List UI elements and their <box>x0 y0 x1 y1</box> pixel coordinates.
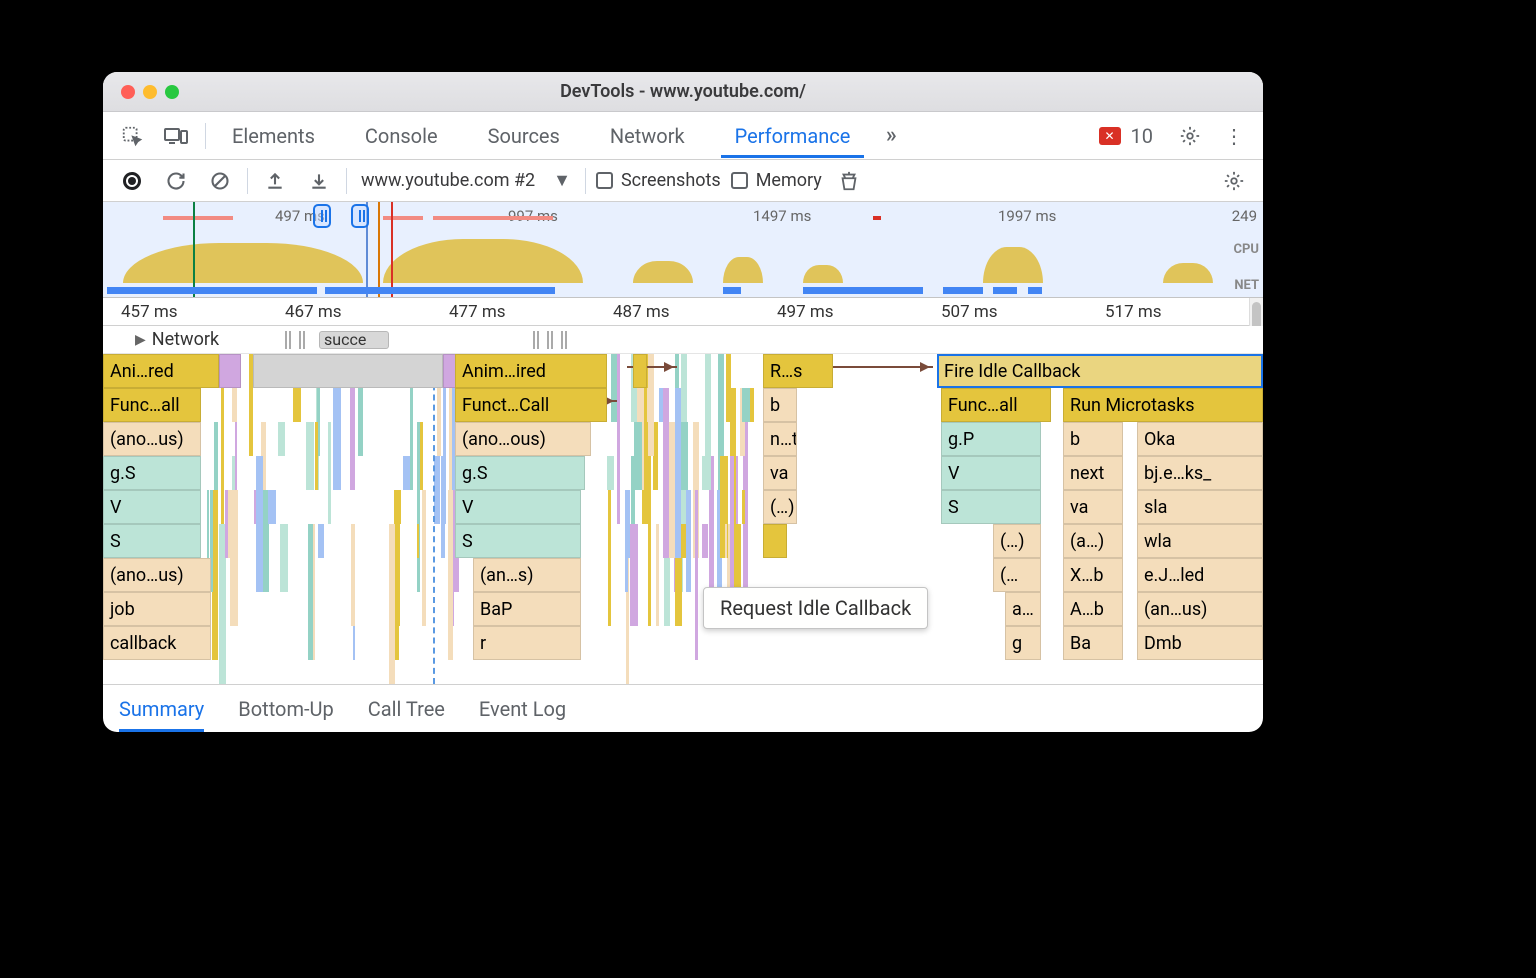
flame-frame[interactable]: Run Microtasks <box>1063 388 1263 422</box>
chevron-right-icon: ▶ <box>135 332 146 348</box>
upload-icon[interactable] <box>258 164 292 198</box>
flame-frame[interactable]: (…) <box>763 490 797 524</box>
flame-frame[interactable] <box>219 354 241 388</box>
perf-toolbar: www.youtube.com #2 ▼ Screenshots Memory <box>103 160 1263 202</box>
flame-frame[interactable]: (…) <box>993 524 1041 558</box>
flame-frame[interactable]: n…t <box>763 422 797 456</box>
flame-frame[interactable]: S <box>455 524 581 558</box>
devtools-window: DevTools - www.youtube.com/ Elements Cons… <box>103 72 1263 732</box>
flame-frame[interactable]: BaP <box>473 592 581 626</box>
flame-frame[interactable]: V <box>455 490 581 524</box>
download-icon[interactable] <box>302 164 336 198</box>
flame-frame[interactable]: g.S <box>455 456 585 490</box>
separator <box>205 123 206 149</box>
timeline-overview[interactable]: 497 ms 997 ms 1497 ms 1997 ms 249 CPU NE… <box>103 202 1263 298</box>
titlebar: DevTools - www.youtube.com/ <box>103 72 1263 112</box>
flame-frame[interactable]: Fire Idle Callback <box>937 354 1263 388</box>
recording-dropdown[interactable]: www.youtube.com #2 ▼ <box>357 170 575 191</box>
flame-frame[interactable]: Func…all <box>103 388 201 422</box>
devtools-tabs: Elements Console Sources Network Performance… <box>103 112 1263 160</box>
flame-frame[interactable]: a… <box>1005 592 1041 626</box>
flame-frame[interactable]: R…s <box>763 354 833 388</box>
flame-frame[interactable]: X…b <box>1063 558 1123 592</box>
flame-frame[interactable]: (an…s) <box>473 558 581 592</box>
capture-settings-icon[interactable] <box>1217 164 1251 198</box>
minimize-icon[interactable] <box>143 85 157 99</box>
tab-elements[interactable]: Elements <box>218 114 329 158</box>
flame-frame[interactable]: wla <box>1137 524 1263 558</box>
detail-tab-call-tree[interactable]: Call Tree <box>368 697 445 721</box>
detail-tabs: Summary Bottom-Up Call Tree Event Log <box>103 684 1263 732</box>
zoom-icon[interactable] <box>165 85 179 99</box>
flame-frame[interactable]: A…b <box>1063 592 1123 626</box>
flame-frame[interactable]: job <box>103 592 211 626</box>
tab-network[interactable]: Network <box>596 114 699 158</box>
flame-frame[interactable] <box>633 354 647 388</box>
detail-tab-bottom-up[interactable]: Bottom-Up <box>238 697 333 721</box>
range-handle-right[interactable] <box>351 204 369 228</box>
garbage-collect-icon[interactable] <box>832 164 866 198</box>
flame-frame[interactable]: Dmb <box>1137 626 1263 660</box>
flame-frame[interactable]: e.J…led <box>1137 558 1263 592</box>
flame-frame[interactable]: (ano…us) <box>103 422 201 456</box>
flame-frame[interactable]: b <box>1063 422 1123 456</box>
error-icon: ✕ <box>1099 127 1121 145</box>
more-tabs-icon[interactable]: » <box>874 119 908 153</box>
flame-frame[interactable]: (an…us) <box>1137 592 1263 626</box>
range-handle-left[interactable] <box>313 204 331 228</box>
flame-frame[interactable]: b <box>763 388 797 422</box>
tab-console[interactable]: Console <box>351 114 452 158</box>
flame-frame[interactable]: g <box>1005 626 1041 660</box>
record-button[interactable] <box>115 164 149 198</box>
detail-tab-summary[interactable]: Summary <box>119 697 204 732</box>
tab-performance[interactable]: Performance <box>721 114 865 158</box>
flame-frame[interactable] <box>253 354 443 388</box>
flame-frame[interactable]: S <box>941 490 1041 524</box>
flame-frame[interactable]: next <box>1063 456 1123 490</box>
flame-frame[interactable]: g.S <box>103 456 201 490</box>
flame-frame[interactable]: Func…all <box>941 388 1051 422</box>
window-title: DevTools - www.youtube.com/ <box>103 81 1263 102</box>
flame-frame[interactable]: (ano…us) <box>103 558 211 592</box>
flame-frame[interactable]: g.P <box>941 422 1041 456</box>
flame-frame[interactable]: (ano…ous) <box>455 422 591 456</box>
recording-name: www.youtube.com #2 <box>361 170 535 191</box>
flame-frame[interactable] <box>763 524 787 558</box>
flame-frame[interactable]: r <box>473 626 581 660</box>
error-count[interactable]: ✕ 10 <box>1099 124 1153 148</box>
network-request-bar[interactable]: succe <box>319 331 389 349</box>
settings-icon[interactable] <box>1173 119 1207 153</box>
kebab-icon[interactable]: ⋮ <box>1217 119 1251 153</box>
flame-chart[interactable]: Request Idle Callback Ani…red Anim…ired R…… <box>103 354 1263 684</box>
screenshots-checkbox[interactable]: Screenshots <box>596 170 721 191</box>
flame-frame[interactable]: V <box>103 490 201 524</box>
inspect-icon[interactable] <box>115 119 149 153</box>
device-icon[interactable] <box>159 119 193 153</box>
flame-frame[interactable]: Funct…Call <box>455 388 607 422</box>
flame-frame[interactable]: Ba <box>1063 626 1123 660</box>
flame-frame[interactable]: bj.e…ks_ <box>1137 456 1263 490</box>
network-track[interactable]: ▶ Network succe <box>103 326 1263 354</box>
traffic-lights <box>121 85 179 99</box>
reload-button[interactable] <box>159 164 193 198</box>
flame-frame[interactable]: va <box>763 456 797 490</box>
flame-frame[interactable]: (… <box>993 558 1041 592</box>
flame-frame[interactable]: Oka <box>1137 422 1263 456</box>
flame-frame[interactable]: (a…) <box>1063 524 1123 558</box>
memory-checkbox[interactable]: Memory <box>731 170 822 191</box>
chevron-down-icon: ▼ <box>553 170 571 191</box>
flame-frame[interactable]: va <box>1063 490 1123 524</box>
flame-tooltip: Request Idle Callback <box>703 587 928 629</box>
flame-frame[interactable]: callback <box>103 626 211 660</box>
time-ruler[interactable]: 457 ms 467 ms 477 ms 487 ms 497 ms 507 m… <box>103 298 1263 326</box>
flame-frame[interactable]: V <box>941 456 1041 490</box>
clear-button[interactable] <box>203 164 237 198</box>
tab-sources[interactable]: Sources <box>474 114 574 158</box>
flame-frame[interactable]: sla <box>1137 490 1263 524</box>
flame-frame[interactable]: Anim…ired <box>455 354 607 388</box>
flame-frame[interactable]: Ani…red <box>103 354 219 388</box>
detail-tab-event-log[interactable]: Event Log <box>479 697 566 721</box>
close-icon[interactable] <box>121 85 135 99</box>
flame-frame[interactable]: S <box>103 524 201 558</box>
